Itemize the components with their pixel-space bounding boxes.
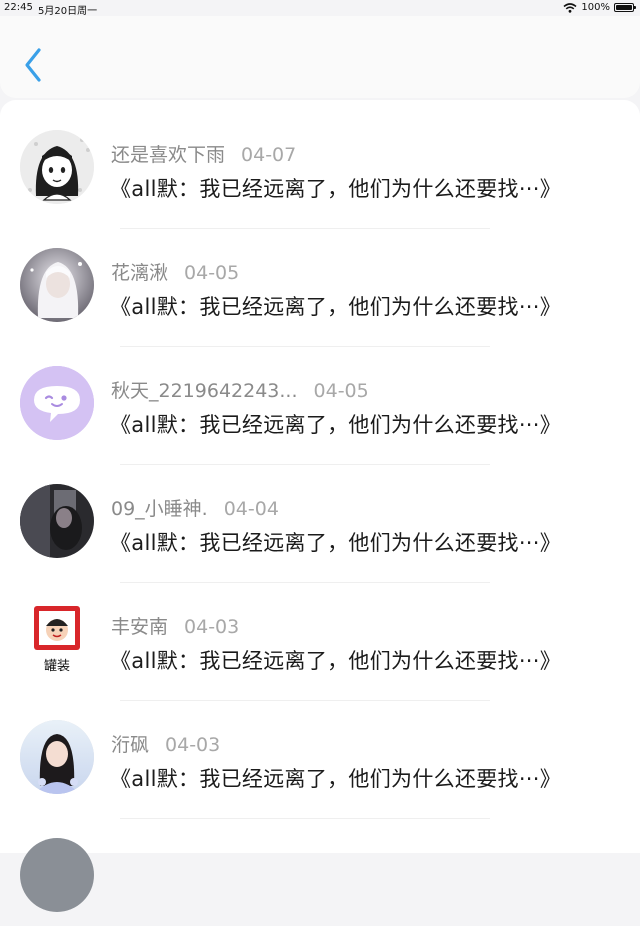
username[interactable]: 丰安南 [111, 616, 168, 638]
wifi-icon [563, 2, 577, 13]
list-item[interactable] [0, 808, 640, 926]
manga-girl-avatar[interactable] [20, 130, 94, 204]
comment-meta: 09_小睡神. 04-04 [111, 494, 279, 521]
canned-sticker-avatar[interactable]: 罐装 [20, 602, 94, 676]
comment-date: 04-07 [241, 144, 297, 166]
svg-text:罐装: 罐装 [44, 659, 70, 674]
list-item[interactable]: 还是喜欢下雨 04-07 《all默：我已经远离了，他们为什么还要找···》 [0, 100, 640, 218]
chevron-left-icon[interactable] [22, 46, 46, 84]
username[interactable]: 还是喜欢下雨 [111, 144, 225, 166]
username[interactable]: 洐砜 [111, 734, 149, 756]
girl-photo-avatar[interactable] [20, 720, 94, 794]
comment-text[interactable]: 《all默：我已经远离了，他们为什么还要找···》 [110, 291, 561, 321]
status-date: 5月20日周一 [38, 6, 98, 17]
comment-date: 04-03 [184, 616, 240, 638]
white-hair-girl-avatar[interactable] [20, 248, 94, 322]
comment-text[interactable]: 《all默：我已经远离了，他们为什么还要找···》 [110, 763, 561, 793]
comment-list: 还是喜欢下雨 04-07 《all默：我已经远离了，他们为什么还要找···》 花漓… [0, 100, 640, 912]
status-indicators: 100% [563, 2, 636, 13]
comment-text[interactable]: 《all默：我已经远离了，他们为什么还要找···》 [110, 527, 561, 557]
avatar[interactable] [20, 838, 94, 912]
list-item[interactable]: 花漓湫 04-05 《all默：我已经远离了，他们为什么还要找···》 [0, 218, 640, 336]
username[interactable]: 秋天_2219642243... [111, 380, 298, 402]
list-item[interactable]: 09_小睡神. 04-04 《all默：我已经远离了，他们为什么还要找···》 [0, 454, 640, 572]
list-item[interactable]: 罐装 丰安南 04-03 《all默：我已经远离了，他们为什么还要找···》 [0, 572, 640, 690]
list-item[interactable]: 洐砜 04-03 《all默：我已经远离了，他们为什么还要找···》 [0, 690, 640, 808]
comment-text[interactable]: 《all默：我已经远离了，他们为什么还要找···》 [110, 409, 561, 439]
comment-date: 04-05 [313, 380, 369, 402]
comment-date: 04-03 [165, 734, 221, 756]
comment-meta: 洐砜 04-03 [111, 730, 220, 757]
comment-text[interactable]: 《all默：我已经远离了，他们为什么还要找···》 [110, 173, 561, 203]
comment-date: 04-04 [223, 498, 279, 520]
navigation-bar [0, 16, 640, 98]
comment-date: 04-05 [184, 262, 240, 284]
comment-meta: 丰安南 04-03 [111, 612, 239, 639]
battery-icon [614, 3, 636, 12]
comment-text[interactable]: 《all默：我已经远离了，他们为什么还要找···》 [110, 645, 561, 675]
comment-meta: 还是喜欢下雨 04-07 [111, 140, 296, 167]
battery-percent: 100% [581, 2, 610, 13]
dark-photo-avatar[interactable] [20, 484, 94, 558]
comment-meta: 秋天_2219642243... 04-05 [111, 376, 369, 403]
chat-bubble-avatar[interactable] [20, 366, 94, 440]
comment-meta: 花漓湫 04-05 [111, 258, 239, 285]
status-time: 22:45 [4, 2, 33, 13]
status-bar: 22:45 5月20日周一 100% [0, 0, 640, 17]
list-item[interactable]: 秋天_2219642243... 04-05 《all默：我已经远离了，他们为什么… [0, 336, 640, 454]
username[interactable]: 09_小睡神. [111, 498, 208, 520]
username[interactable]: 花漓湫 [111, 262, 168, 284]
